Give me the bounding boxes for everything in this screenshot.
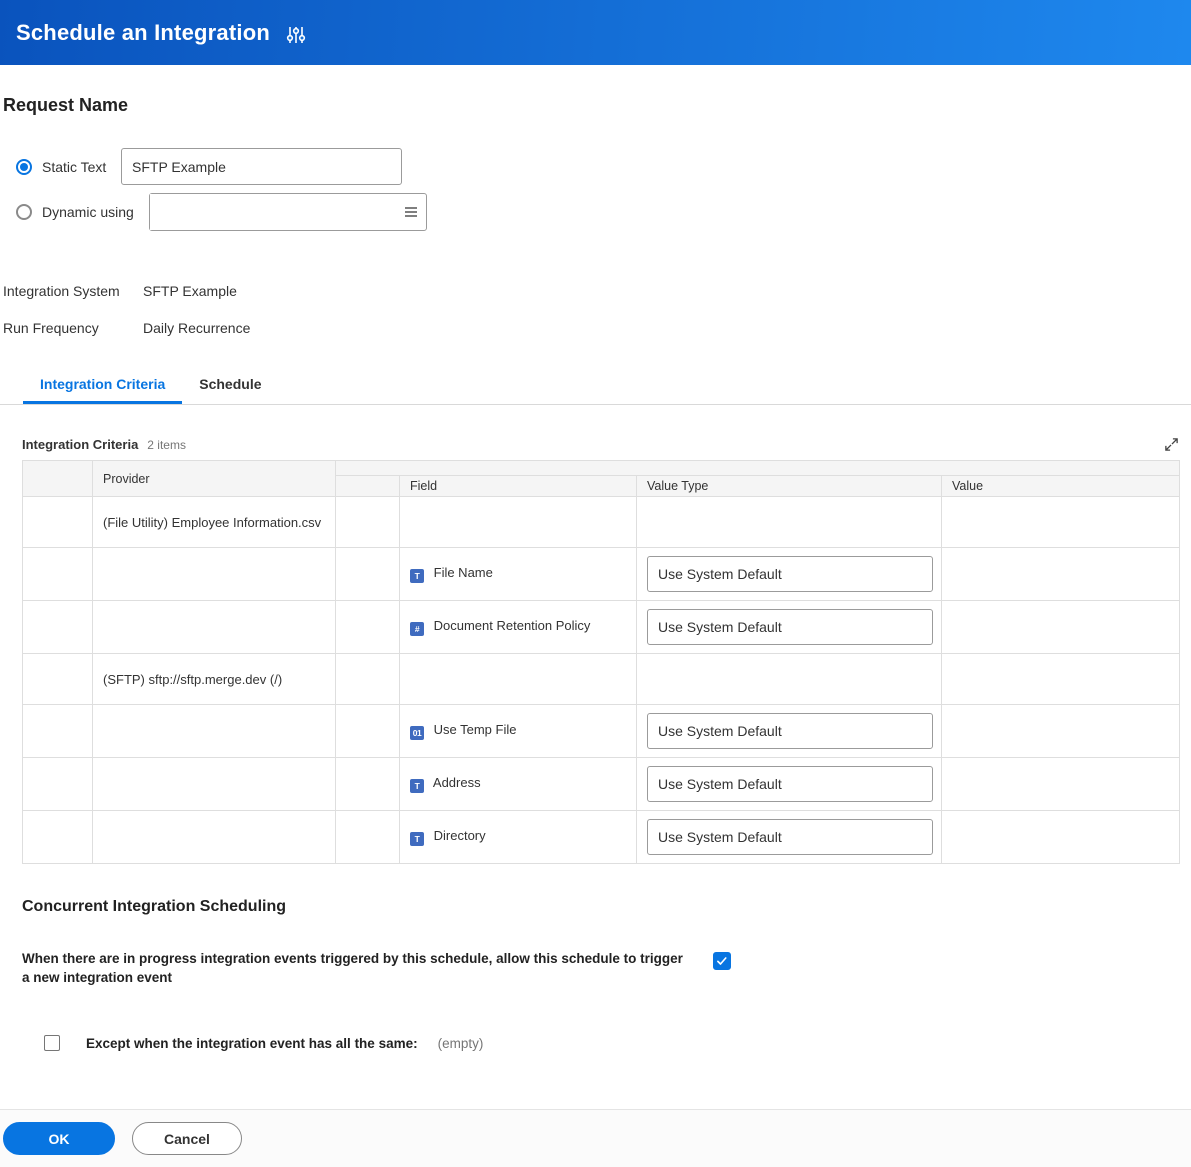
row-select-header bbox=[22, 460, 93, 497]
value-type-input[interactable]: Use System Default bbox=[647, 713, 933, 749]
except-row: Except when the integration event has al… bbox=[22, 1035, 1179, 1052]
dynamic-using-field bbox=[149, 193, 427, 231]
summary-fields: Integration System SFTP Example Run Freq… bbox=[3, 283, 1191, 336]
summary-row-integration-system: Integration System SFTP Example bbox=[3, 283, 1191, 299]
prompt-list-icon[interactable] bbox=[400, 205, 426, 219]
request-name-heading: Request Name bbox=[3, 95, 129, 115]
integration-system-label: Integration System bbox=[3, 283, 120, 299]
value-header: Value bbox=[941, 475, 1180, 497]
tab-bar: Integration Criteria Schedule bbox=[0, 366, 1191, 405]
except-checkbox[interactable] bbox=[44, 1035, 60, 1052]
dynamic-using-option: Dynamic using bbox=[16, 193, 1191, 231]
table-row-field: T Address Use System Default bbox=[22, 757, 1180, 811]
field-header: Field bbox=[399, 475, 637, 497]
except-label: Except when the integration event has al… bbox=[86, 1035, 418, 1051]
table-row-field: T Directory Use System Default bbox=[22, 810, 1180, 864]
tab-integration-criteria[interactable]: Integration Criteria bbox=[23, 366, 183, 404]
text-type-icon: T bbox=[410, 569, 424, 583]
nested-select-header bbox=[335, 475, 400, 497]
table-row-provider: (File Utility) Employee Information.csv bbox=[22, 496, 1180, 548]
static-text-radio[interactable] bbox=[16, 158, 32, 175]
allow-trigger-label: When there are in progress integration e… bbox=[22, 951, 683, 985]
ok-button[interactable]: OK bbox=[3, 1122, 115, 1156]
boolean-type-icon: 01 bbox=[410, 726, 424, 740]
field-name: Address bbox=[432, 775, 481, 790]
allow-trigger-checkbox[interactable] bbox=[713, 952, 731, 970]
provider-name: (File Utility) Employee Information.csv bbox=[103, 514, 322, 530]
table-title-row: Integration Criteria 2 items bbox=[22, 437, 1179, 452]
provider-header: Provider bbox=[92, 460, 336, 497]
static-text-option: Static Text bbox=[16, 148, 1191, 185]
table-title: Integration Criteria bbox=[22, 437, 139, 452]
table-row-field: T File Name Use System Default bbox=[22, 547, 1180, 601]
concurrent-heading: Concurrent Integration Scheduling bbox=[22, 898, 287, 915]
integration-system-value: SFTP Example bbox=[143, 283, 237, 299]
sliders-icon[interactable] bbox=[286, 25, 306, 45]
app-header: Schedule an Integration bbox=[0, 0, 1191, 65]
footer-bar: OK Cancel bbox=[0, 1109, 1191, 1167]
dynamic-using-radio[interactable] bbox=[16, 204, 32, 220]
page-title: Schedule an Integration bbox=[16, 19, 270, 45]
run-frequency-value: Daily Recurrence bbox=[143, 320, 251, 336]
value-type-input[interactable]: Use System Default bbox=[647, 766, 933, 802]
text-type-icon: T bbox=[410, 779, 424, 793]
value-type-input[interactable]: Use System Default bbox=[647, 819, 933, 855]
integration-criteria-table: Provider Field Value Type Value (File Ut… bbox=[22, 460, 1180, 864]
run-frequency-label: Run Frequency bbox=[3, 320, 99, 336]
table-row-field: # Document Retention Policy Use System D… bbox=[22, 600, 1180, 654]
table-header-outer: Provider bbox=[22, 460, 1180, 497]
static-text-label: Static Text bbox=[42, 158, 107, 175]
field-name: Document Retention Policy bbox=[433, 618, 591, 633]
summary-row-run-frequency: Run Frequency Daily Recurrence bbox=[3, 320, 1191, 336]
integration-criteria-section: Integration Criteria 2 items Provider Fi… bbox=[22, 437, 1180, 864]
cancel-button[interactable]: Cancel bbox=[132, 1122, 242, 1156]
static-text-input[interactable] bbox=[121, 148, 402, 185]
concurrent-scheduling-section: Concurrent Integration Scheduling When t… bbox=[22, 898, 1179, 1052]
tab-schedule[interactable]: Schedule bbox=[182, 366, 278, 404]
table-row-field: 01 Use Temp File Use System Default bbox=[22, 704, 1180, 758]
value-type-input[interactable]: Use System Default bbox=[647, 609, 933, 645]
except-empty-value: (empty) bbox=[437, 1035, 484, 1051]
field-name: Directory bbox=[433, 828, 486, 843]
expand-table-icon[interactable] bbox=[1164, 437, 1179, 452]
nested-header-strip bbox=[335, 460, 1180, 476]
dynamic-using-input[interactable] bbox=[150, 194, 400, 230]
value-type-input[interactable]: Use System Default bbox=[647, 556, 933, 592]
number-type-icon: # bbox=[410, 622, 424, 636]
table-item-count: 2 items bbox=[147, 437, 186, 452]
field-name: File Name bbox=[433, 565, 493, 580]
dynamic-using-label: Dynamic using bbox=[42, 204, 134, 220]
text-type-icon: T bbox=[410, 832, 424, 846]
table-row-provider: (SFTP) sftp://sftp.merge.dev (/) bbox=[22, 653, 1180, 705]
provider-name: (SFTP) sftp://sftp.merge.dev (/) bbox=[103, 671, 283, 687]
field-name: Use Temp File bbox=[433, 722, 517, 737]
allow-trigger-row: When there are in progress integration e… bbox=[22, 950, 1179, 987]
value-type-header: Value Type bbox=[636, 475, 942, 497]
